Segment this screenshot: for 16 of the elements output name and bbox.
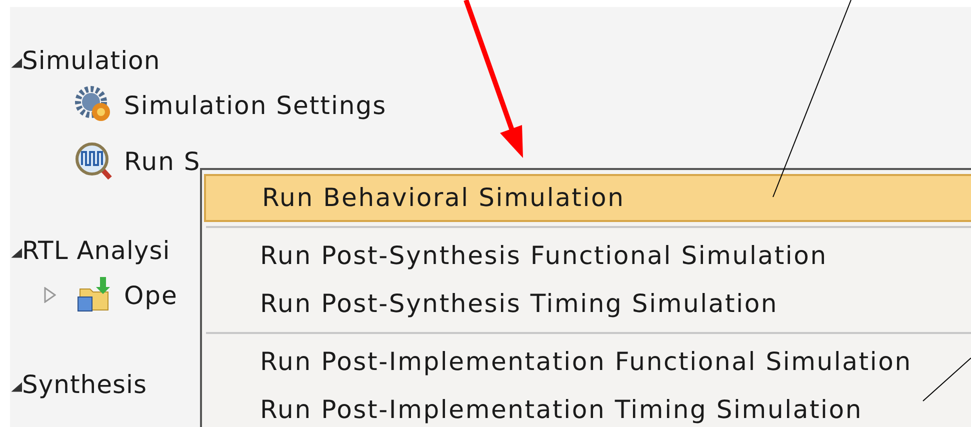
menu-item[interactable]: Run Post-Synthesis Timing Simulation bbox=[204, 280, 971, 328]
menu-item[interactable]: Run Post-Implementation Timing Simulation bbox=[204, 386, 971, 427]
menu-item[interactable]: Run Behavioral Simulation bbox=[204, 174, 971, 222]
section-label[interactable]: RTL Analysi bbox=[22, 235, 170, 267]
leader-line bbox=[922, 358, 971, 402]
menu-item[interactable]: Run Post-Implementation Functional Simulation bbox=[204, 338, 971, 386]
expand-icon[interactable] bbox=[10, 381, 22, 393]
section-label[interactable]: Simulation bbox=[22, 45, 160, 77]
expand-icon[interactable] bbox=[10, 247, 22, 259]
menu-item[interactable]: Run Post-Synthesis Functional Simulation bbox=[204, 232, 971, 280]
section-label[interactable]: Synthesis bbox=[22, 369, 148, 401]
waveform-magnifier-icon bbox=[74, 141, 114, 181]
tree-item[interactable]: Simulation Settings bbox=[124, 90, 387, 120]
tree-item[interactable]: Ope bbox=[124, 280, 178, 310]
expand-icon[interactable] bbox=[10, 57, 22, 69]
tree-item[interactable]: Run S bbox=[124, 146, 201, 176]
